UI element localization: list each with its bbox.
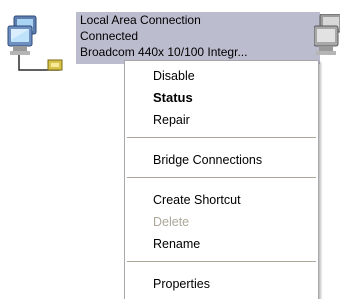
menu-item-bridge-connections[interactable]: Bridge Connections: [125, 149, 318, 171]
connection-status: Connected: [80, 29, 139, 43]
menu-item-disable[interactable]: Disable: [125, 65, 318, 87]
explorer-pane: Local Area Connection Connected Broadcom…: [0, 0, 340, 299]
menu-item-label: Status: [153, 90, 193, 105]
connection-name: Local Area Connection: [80, 13, 201, 27]
context-menu: Disable Status Repair Bridge Connections…: [124, 60, 319, 299]
menu-item-label: Create Shortcut: [153, 193, 241, 207]
menu-separator: [127, 137, 316, 138]
menu-item-status[interactable]: Status: [125, 87, 318, 109]
menu-item-label: Properties: [153, 277, 210, 291]
menu-item-repair[interactable]: Repair: [125, 109, 318, 131]
menu-item-label: Repair: [153, 113, 190, 127]
menu-item-delete: Delete: [125, 211, 318, 233]
menu-item-properties[interactable]: Properties: [125, 273, 318, 295]
menu-item-label: Bridge Connections: [153, 153, 263, 167]
connection-device: Broadcom 440x 10/100 Integr...: [80, 45, 248, 59]
menu-item-rename[interactable]: Rename: [125, 233, 318, 255]
menu-item-label: Delete: [153, 215, 190, 229]
menu-item-label: Rename: [153, 237, 201, 251]
menu-separator: [127, 261, 316, 262]
menu-item-label: Disable: [153, 69, 195, 83]
menu-item-create-shortcut[interactable]: Create Shortcut: [125, 189, 318, 211]
menu-separator: [127, 177, 316, 178]
connection-label-selected[interactable]: Local Area Connection Connected Broadcom…: [76, 12, 320, 64]
network-connection-icon[interactable]: [4, 12, 70, 78]
